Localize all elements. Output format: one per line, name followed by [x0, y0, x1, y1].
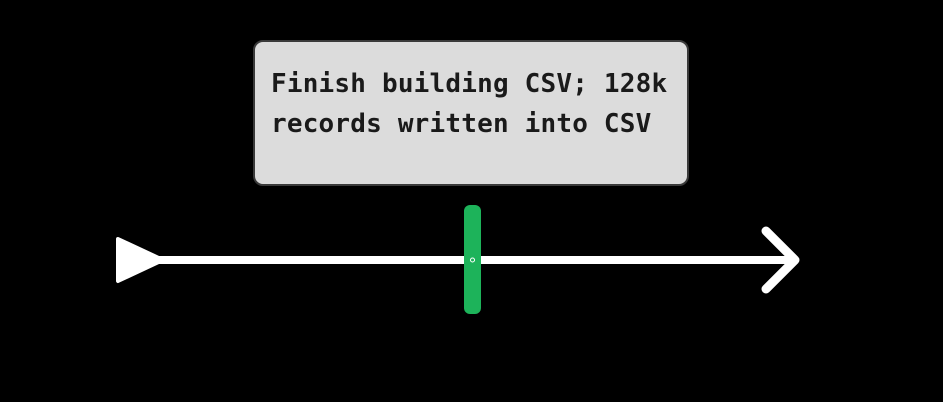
timeline-diagram: Finish building CSV; 128k records writte… — [0, 0, 943, 402]
event-marker[interactable] — [464, 205, 481, 314]
play-triangle-icon — [116, 237, 165, 283]
timeline-svg — [116, 205, 800, 314]
